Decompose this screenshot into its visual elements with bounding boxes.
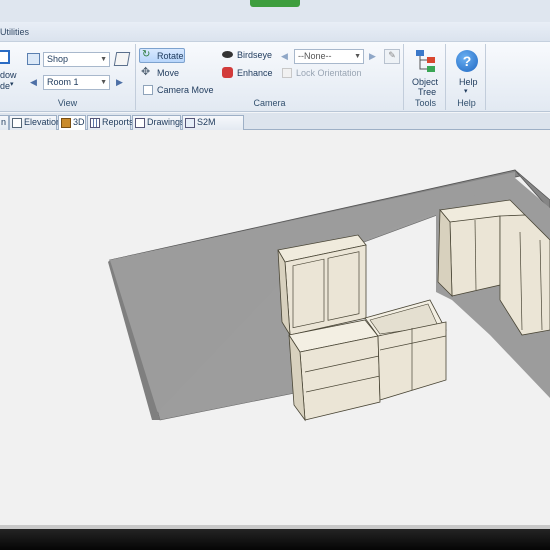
- menu-bar: Utilities: [0, 22, 550, 42]
- menu-utilities[interactable]: Utilities: [0, 27, 29, 37]
- base-cabinet-drawers: [288, 319, 381, 422]
- view-next-arrow-icon[interactable]: ▶: [366, 49, 379, 64]
- help-icon: ?: [456, 50, 478, 72]
- group-label-help: Help: [457, 98, 476, 108]
- tape-measure-icon[interactable]: [113, 52, 131, 66]
- ribbon-group-view: dow de ▾ Shop ▼ ◀ Room 1 ▼ ▶ View: [0, 44, 136, 110]
- camera-move-toggle[interactable]: Camera Move: [139, 83, 219, 97]
- view-tabs: n Elevation 3D Reports Drawings S2M Cent…: [0, 113, 550, 140]
- chevron-down-icon: ▼: [354, 53, 361, 60]
- lock-orientation-checkbox[interactable]: [282, 68, 292, 78]
- tab-plan[interactable]: n: [0, 115, 9, 130]
- window-mode-label-1: dow: [0, 70, 17, 80]
- shop-select[interactable]: Shop ▼: [43, 52, 110, 67]
- saved-view-select[interactable]: --None-- ▼: [294, 49, 364, 64]
- reports-icon: [90, 118, 100, 128]
- room-next-arrow-icon[interactable]: ▶: [113, 75, 126, 90]
- upper-cabinet-left: [277, 234, 367, 336]
- ribbon-group-help: ? Help ▾ Help: [448, 44, 486, 110]
- s2m-icon: [185, 118, 195, 128]
- tab-drawings[interactable]: Drawings: [132, 115, 185, 130]
- chevron-down-icon: ▾: [464, 88, 468, 95]
- view-prev-arrow-icon[interactable]: ◀: [278, 49, 291, 64]
- 3d-viewport[interactable]: [0, 130, 550, 525]
- room-scene: [108, 169, 550, 422]
- elevation-icon: [12, 118, 22, 128]
- move-button[interactable]: ✥ Move: [139, 66, 199, 80]
- cube-icon: [61, 118, 71, 128]
- green-top-button[interactable]: [250, 0, 300, 7]
- ribbon: dow de ▾ Shop ▼ ◀ Room 1 ▼ ▶ View ↻ Rotate: [0, 42, 550, 112]
- shop-icon: [27, 53, 40, 65]
- tab-elevation[interactable]: Elevation: [9, 115, 61, 130]
- object-tree-icon: [416, 50, 435, 72]
- enhance-icon: [222, 67, 233, 78]
- chevron-down-icon: ▾: [10, 81, 14, 88]
- room-select[interactable]: Room 1 ▼: [43, 75, 110, 90]
- tab-reports[interactable]: Reports: [87, 115, 134, 130]
- chevron-down-icon: ▼: [100, 56, 107, 63]
- room-prev-arrow-icon[interactable]: ◀: [27, 75, 40, 90]
- tab-3d[interactable]: 3D: [58, 115, 86, 131]
- chevron-down-icon: ▼: [100, 79, 107, 86]
- status-strip: [0, 525, 550, 529]
- drawings-icon: [135, 118, 145, 128]
- edit-view-icon[interactable]: ✎: [384, 49, 400, 64]
- window-icon: [0, 50, 10, 64]
- window-mode-button[interactable]: dow de ▾: [0, 48, 20, 92]
- birdseye-button[interactable]: Birdseye: [220, 49, 275, 63]
- group-label-tools: Tools: [414, 98, 436, 108]
- lock-orientation-toggle[interactable]: Lock Orientation: [278, 66, 388, 80]
- camera-move-checkbox[interactable]: [143, 85, 153, 95]
- help-button[interactable]: ? Help ▾: [450, 46, 484, 96]
- taskbar: [0, 525, 550, 550]
- object-tree-button[interactable]: Object Tree: [408, 46, 444, 97]
- ribbon-group-camera: ↻ Rotate ✥ Move Camera Move Birdseye Enh…: [136, 44, 404, 110]
- title-bar: [0, 0, 550, 22]
- group-label-camera: Camera: [253, 98, 286, 108]
- window-mode-label-2: de: [0, 81, 11, 91]
- rotate-icon: ↻: [142, 49, 151, 60]
- app-window: Utilities dow de ▾ Shop ▼ ◀ Room 1 ▼ ▶ Vie…: [0, 0, 550, 550]
- rotate-button[interactable]: ↻ Rotate: [139, 48, 185, 63]
- eye-icon: [222, 51, 233, 58]
- ribbon-group-tools: Object Tree Tools: [406, 44, 446, 110]
- group-label-view: View: [57, 98, 78, 108]
- tab-s2m-center[interactable]: S2M Center: [182, 115, 244, 140]
- enhance-button[interactable]: Enhance: [220, 66, 275, 80]
- move-icon: ✥: [141, 66, 151, 78]
